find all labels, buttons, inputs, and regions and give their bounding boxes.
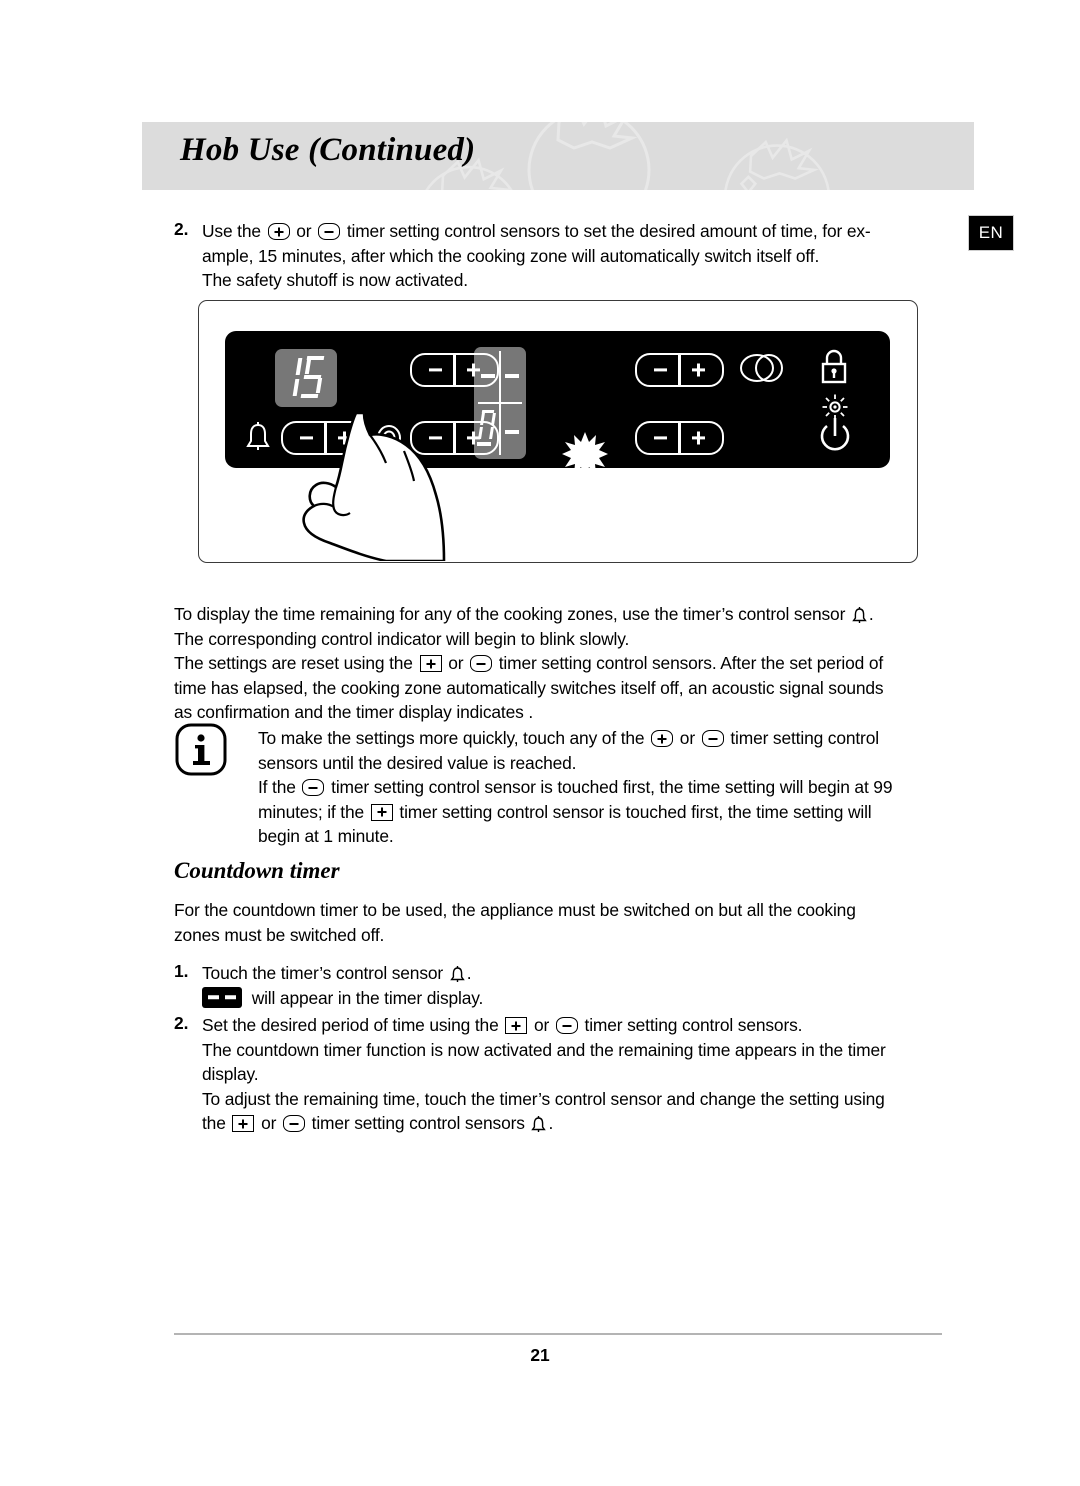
dual-zone-icon [737, 353, 789, 383]
page-title: Hob Use (Continued) [180, 132, 476, 168]
step-1-line-2: will appear in the timer display. [202, 986, 947, 1011]
para-a-line-5: as confirmation and the timer display in… [174, 702, 534, 723]
note-line-3: If the timer setting control sensor is t… [258, 777, 893, 798]
language-badge: EN [968, 215, 1014, 251]
plus-chip-icon [370, 803, 393, 821]
note-text: To make the settings more quickly, touch… [258, 726, 958, 849]
para-a-line-1: To display the time remaining for any of… [174, 604, 874, 624]
plus-chip-icon [651, 730, 674, 747]
step-2-line-2: ample, 15 minutes, after which the cooki… [202, 245, 820, 266]
intro-line-1: For the countdown timer to be used, the … [174, 900, 856, 920]
timer-display [275, 349, 337, 407]
zone4-minus-plus-rocker[interactable] [635, 421, 724, 455]
zone1-minus-plus-rocker[interactable] [410, 353, 499, 387]
plus-chip-icon [419, 655, 442, 673]
bell-icon [245, 421, 271, 453]
step-number: 1. [174, 961, 189, 981]
step-2-top-text: Use the or timer setting control sensors… [202, 219, 947, 293]
plus-chip-icon [505, 1017, 528, 1034]
footer-divider [174, 1333, 942, 1335]
lock-icon [819, 349, 849, 385]
bell-icon [531, 1115, 547, 1133]
step-2b-line-1: Set the desired period of time using the… [202, 1015, 803, 1035]
page-number: 21 [530, 1345, 550, 1365]
power-icon [817, 417, 853, 455]
minus-chip-icon [318, 223, 341, 240]
pointing-hand-illustration [294, 411, 514, 561]
dash-dash-display-icon [202, 986, 242, 1008]
manual-page: Hob Use (Continued) EN 2. Use the or tim… [0, 0, 1080, 1486]
page-header-band: Hob Use (Continued) [142, 122, 974, 190]
note-line-2: sensors until the desired value is reach… [258, 752, 577, 773]
note-line-5: begin at 1 minute. [258, 826, 394, 847]
note-line-1: To make the settings more quickly, touch… [258, 728, 879, 748]
step-2-line-1: Use the or timer setting control sensors… [202, 221, 871, 241]
para-a-line-4: time has elapsed, the cooking zone autom… [174, 677, 884, 698]
info-icon [174, 722, 228, 777]
step-2b-line-2: The countdown timer function is now acti… [202, 1039, 886, 1060]
step-2-bottom-text: Set the desired period of time using the… [202, 1013, 952, 1136]
plus-chip-icon [267, 223, 290, 240]
step-2b-line-5: the or timer setting control sensors . [202, 1113, 554, 1134]
step-2-line-3: The safety shutoff is now activated. [202, 270, 468, 291]
bell-icon [449, 965, 465, 983]
step-1-bottom-text: Touch the timer’s control sensor . will … [202, 961, 947, 1010]
minus-chip-icon [555, 1017, 578, 1034]
step-1-line-1: Touch the timer’s control sensor . [202, 963, 472, 983]
zone-tr-dash [505, 374, 519, 378]
plus-chip-icon [232, 1115, 255, 1133]
intro-line-2: zones must be switched off. [174, 924, 385, 945]
minus-chip-icon [302, 779, 325, 797]
step-2b-line-4: To adjust the remaining time, touch the … [202, 1088, 885, 1109]
step-2b-line-3: display. [202, 1064, 259, 1085]
minus-chip-icon [701, 730, 724, 747]
para-a-line-3: The settings are reset using the or time… [174, 653, 884, 674]
blink-indicator-burst [561, 431, 609, 479]
bell-icon [852, 606, 867, 624]
step-number: 2. [174, 1013, 189, 1033]
note-line-4: minutes; if the timer setting control se… [258, 801, 872, 822]
section-intro-text: For the countdown timer to be used, the … [174, 898, 949, 947]
para-a-line-2: The corresponding control indicator will… [174, 628, 630, 649]
tomato-watermark-2 [712, 130, 842, 190]
minus-chip-icon [470, 655, 493, 673]
paragraph-time-remaining: To display the time remaining for any of… [174, 602, 949, 725]
hob-control-panel-figure [198, 300, 918, 563]
tomato-watermark-1 [514, 122, 664, 190]
zone3-minus-plus-rocker[interactable] [635, 353, 724, 387]
minus-chip-icon [282, 1115, 305, 1133]
section-heading-countdown-timer: Countdown timer [174, 858, 340, 883]
step-number: 2. [174, 219, 189, 239]
